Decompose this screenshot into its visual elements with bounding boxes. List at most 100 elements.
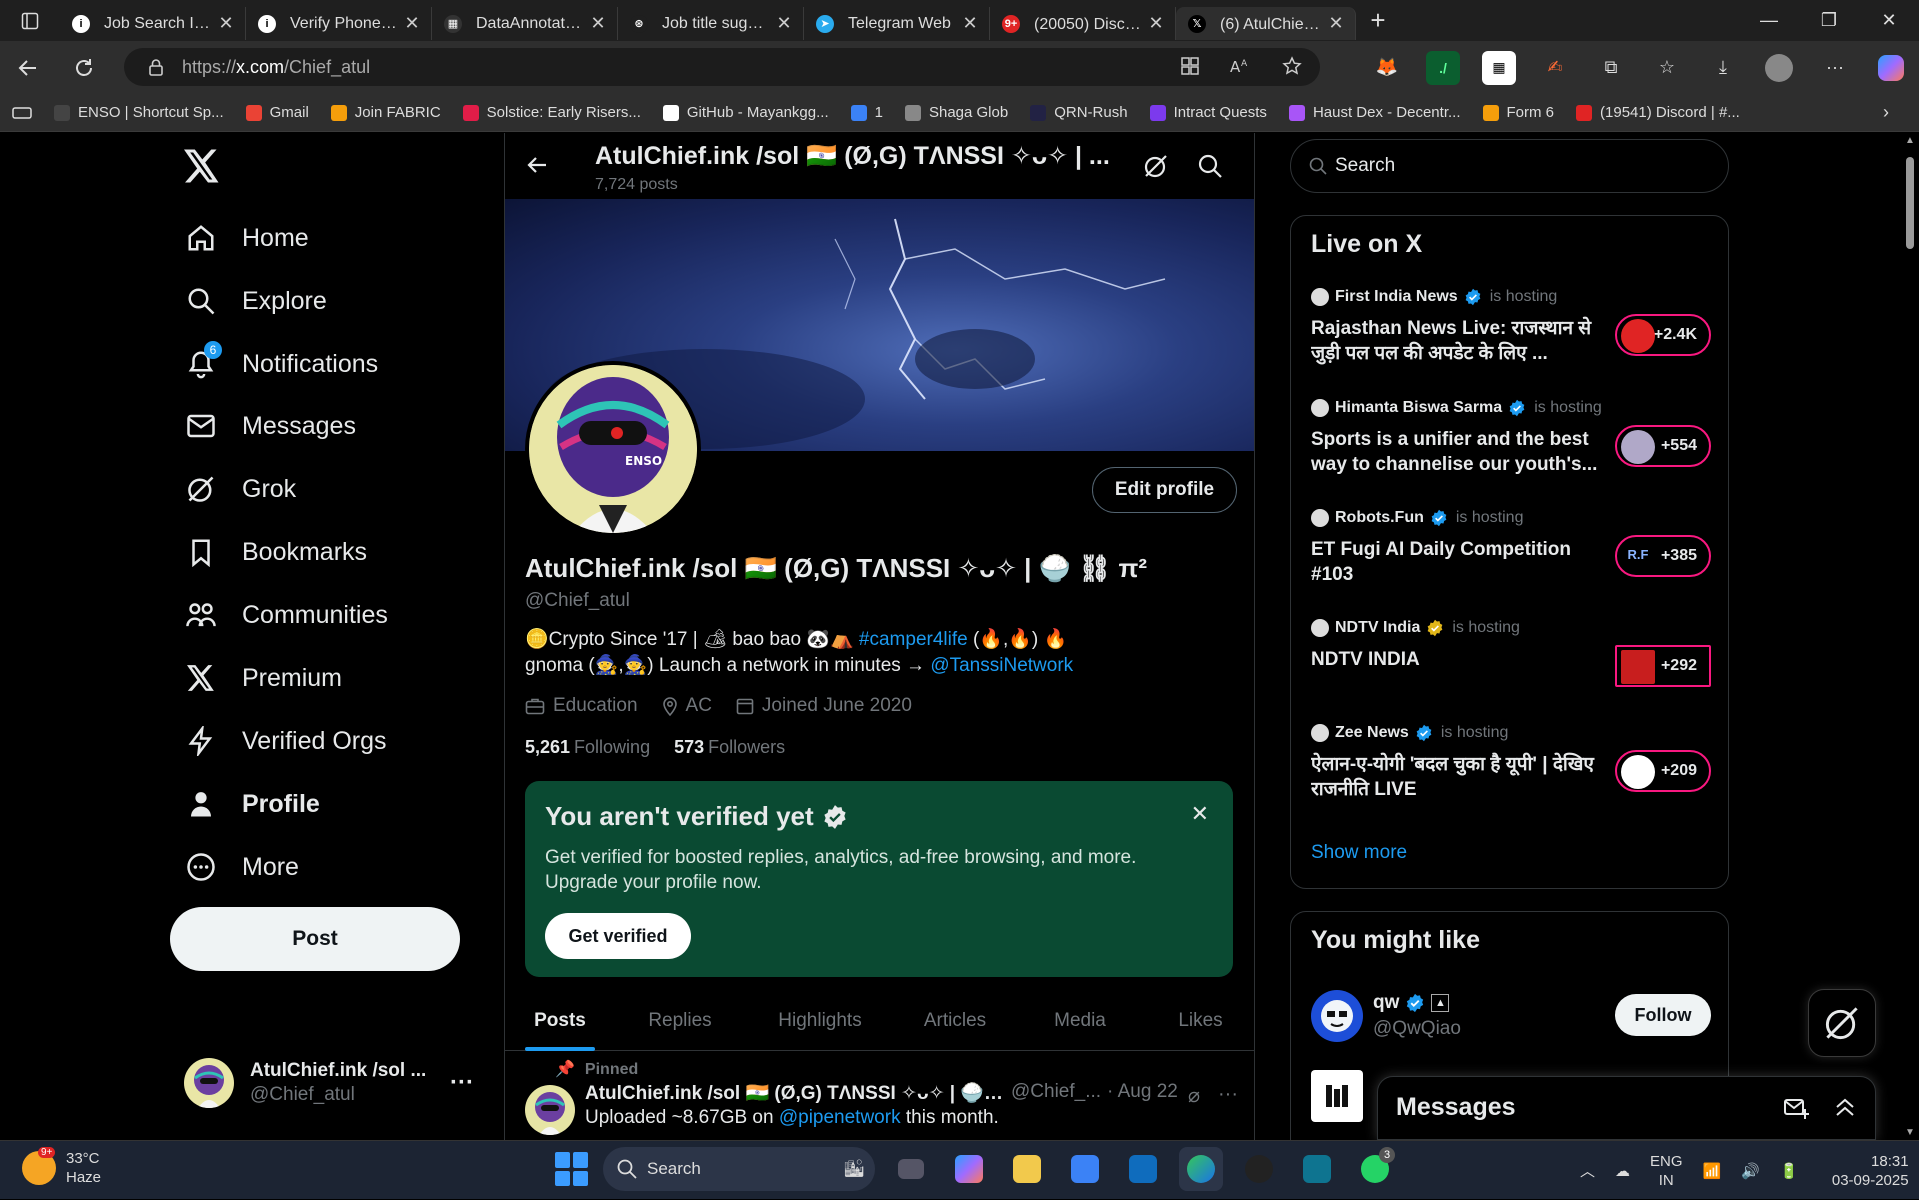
close-tab-icon[interactable]: ✕	[589, 13, 607, 34]
pinned-post[interactable]: 📌 Pinned AtulChief.ink /sol 🇮🇳 (Ø,G) TΛNS…	[505, 1051, 1254, 1140]
nav-item-messages[interactable]: Messages	[184, 401, 356, 451]
profile-avatar[interactable]: ENSO	[525, 361, 701, 537]
minimize-button[interactable]: —	[1739, 0, 1799, 41]
restore-button[interactable]: ❐	[1799, 0, 1859, 41]
browser-tab[interactable]: ⊛ Job title suggestions ✕	[618, 7, 804, 40]
listener-count-pill[interactable]: +292	[1615, 645, 1711, 687]
bookmark-item[interactable]: Form 6	[1482, 104, 1554, 121]
more-bookmarks-chevron-icon[interactable]: ›	[1883, 102, 1889, 123]
settings-more-icon[interactable]: ···	[1818, 51, 1852, 85]
wallet-extension-icon[interactable]: ▦	[1482, 50, 1516, 85]
penguin-app-icon[interactable]	[1237, 1147, 1281, 1191]
live-broadcast-item[interactable]: Zee News is hosting ऐलान-ए-योगी 'बदल चुका …	[1311, 724, 1711, 822]
close-tab-icon[interactable]: ✕	[961, 13, 979, 34]
host-name[interactable]: Zee News	[1335, 724, 1409, 742]
bookmark-item[interactable]: Intract Quests	[1149, 104, 1267, 121]
close-icon[interactable]: ✕	[1191, 801, 1209, 827]
tab-highlights[interactable]: Highlights	[745, 991, 895, 1051]
game-app-icon[interactable]	[1295, 1147, 1339, 1191]
windows-start-icon[interactable]	[555, 1152, 589, 1186]
host-name[interactable]: First India News	[1335, 288, 1458, 306]
nav-item-verified-orgs[interactable]: Verified Orgs	[184, 716, 387, 766]
grok-explain-icon[interactable]: ⌀	[1188, 1083, 1200, 1108]
listener-count-pill[interactable]: +554	[1615, 425, 1711, 467]
live-broadcast-item[interactable]: Robots.Fun is hosting ET Fugi AI Daily Com…	[1311, 509, 1711, 607]
bookmark-item[interactable]: QRN-Rush	[1030, 104, 1128, 121]
bookmark-item[interactable]: ENSO | Shortcut Sp...	[54, 104, 224, 121]
new-tab-button[interactable]: +	[1356, 5, 1400, 36]
taskbar-search[interactable]: Search 🏙	[603, 1147, 875, 1191]
live-broadcast-title[interactable]: NDTV INDIA	[1311, 647, 1601, 672]
browser-tab[interactable]: ➤ Telegram Web ✕	[804, 7, 990, 40]
tab-media[interactable]: Media	[1015, 991, 1145, 1051]
favorite-star-icon[interactable]	[1282, 56, 1302, 76]
volume-icon[interactable]: 🔊	[1741, 1162, 1760, 1180]
bio-mention-link[interactable]: @TanssiNetwork	[930, 655, 1073, 676]
nav-item-home[interactable]: Home	[184, 213, 309, 263]
nav-item-bookmarks[interactable]: Bookmarks	[184, 527, 367, 577]
live-broadcast-title[interactable]: Rajasthan News Live: राजस्थान से जुड़ी प…	[1311, 316, 1601, 366]
close-tab-icon[interactable]: ✕	[775, 13, 793, 34]
language-indicator[interactable]: ENG IN	[1650, 1152, 1683, 1190]
nav-item-communities[interactable]: Communities	[184, 590, 388, 640]
live-broadcast-title[interactable]: Sports is a unifier and the best way to …	[1311, 427, 1601, 477]
copilot-app-icon[interactable]	[947, 1147, 991, 1191]
nav-item-grok[interactable]: Grok	[184, 464, 296, 514]
x-logo-icon[interactable]	[184, 149, 220, 183]
get-verified-button[interactable]: Get verified	[545, 913, 691, 959]
live-broadcast-title[interactable]: ऐलान-ए-योगी 'बदल चुका है यूपी' | देखिए र…	[1311, 752, 1601, 802]
signature-extension-icon[interactable]: ✍	[1538, 51, 1572, 85]
edge-browser-icon[interactable]	[1179, 1147, 1223, 1191]
suggested-user-avatar-2[interactable]	[1311, 1070, 1363, 1122]
post-author-name[interactable]: AtulChief.ink /sol 🇮🇳 (Ø,G) TΛNSSI ✧ᴗ✧ |…	[585, 1081, 1005, 1105]
close-tab-icon[interactable]: ✕	[1327, 13, 1345, 34]
clock[interactable]: 18:31 03-09-2025	[1819, 1152, 1909, 1190]
site-info-icon[interactable]	[148, 58, 164, 76]
scroll-up-arrow-icon[interactable]: ▲	[1905, 135, 1915, 146]
bio-hashtag-link[interactable]: #camper4life	[859, 629, 968, 650]
tab-posts[interactable]: Posts	[505, 991, 615, 1051]
downloads-icon[interactable]: ⤓	[1706, 51, 1740, 85]
reading-list-icon[interactable]	[12, 105, 32, 121]
nav-item-premium[interactable]: Premium	[184, 653, 342, 703]
microsoft-store-icon[interactable]	[1063, 1147, 1107, 1191]
search-input[interactable]: Search	[1290, 139, 1729, 193]
host-name[interactable]: Robots.Fun	[1335, 509, 1424, 527]
profile-avatar-icon[interactable]	[1762, 51, 1796, 85]
tab-likes[interactable]: Likes	[1145, 991, 1254, 1051]
tab-actions-button[interactable]	[0, 0, 60, 41]
back-button[interactable]	[0, 57, 56, 79]
outlook-icon[interactable]	[1121, 1147, 1165, 1191]
post-more-icon[interactable]: ···	[1218, 1083, 1238, 1108]
messages-drawer[interactable]: Messages	[1377, 1076, 1876, 1140]
bookmark-item[interactable]: Join FABRIC	[330, 104, 441, 121]
account-switcher[interactable]: AtulChief.ink /sol ... @Chief_atul ···	[184, 1053, 474, 1113]
bookmark-item[interactable]: Solstice: Early Risers...	[462, 104, 641, 121]
tab-replies[interactable]: Replies	[615, 991, 745, 1051]
tab-articles[interactable]: Articles	[895, 991, 1015, 1051]
bookmark-item[interactable]: Shaga Glob	[904, 104, 1008, 121]
browser-tab[interactable]: 9+ (20050) Discord | #📘 ✕	[990, 7, 1176, 40]
live-broadcast-title[interactable]: ET Fugi AI Daily Competition #103	[1311, 537, 1601, 587]
close-tab-icon[interactable]: ✕	[403, 13, 421, 34]
post-author-handle[interactable]: @Chief_...	[1011, 1081, 1101, 1105]
task-view-icon[interactable]	[889, 1147, 933, 1191]
browser-tab[interactable]: ▦ DataAnnotation ✕	[432, 7, 618, 40]
scroll-thumb[interactable]	[1906, 157, 1914, 249]
puzzle-extensions-icon[interactable]: ⧉	[1594, 51, 1628, 85]
wifi-icon[interactable]: 📶	[1703, 1162, 1722, 1180]
listener-count-pill[interactable]: +209	[1615, 750, 1711, 792]
apps-icon[interactable]	[1180, 56, 1200, 76]
nav-item-notifications[interactable]: 6 Notifications	[184, 339, 378, 389]
battery-icon[interactable]: 🔋	[1780, 1162, 1799, 1180]
page-scrollbar[interactable]: ▲ ▼	[1901, 133, 1919, 1140]
host-name[interactable]: NDTV India	[1335, 619, 1420, 637]
search-icon[interactable]	[1197, 153, 1223, 179]
post-author-avatar[interactable]	[525, 1085, 575, 1135]
host-name[interactable]: Himanta Biswa Sarma	[1335, 399, 1502, 417]
close-window-button[interactable]: ✕	[1859, 0, 1919, 41]
listener-count-pill[interactable]: R.F +385	[1615, 535, 1711, 577]
bookmark-item[interactable]: GitHub - Mayankgg...	[662, 104, 829, 121]
terminal-extension-icon[interactable]: ./	[1426, 50, 1460, 85]
grok-floating-button[interactable]	[1808, 989, 1876, 1057]
